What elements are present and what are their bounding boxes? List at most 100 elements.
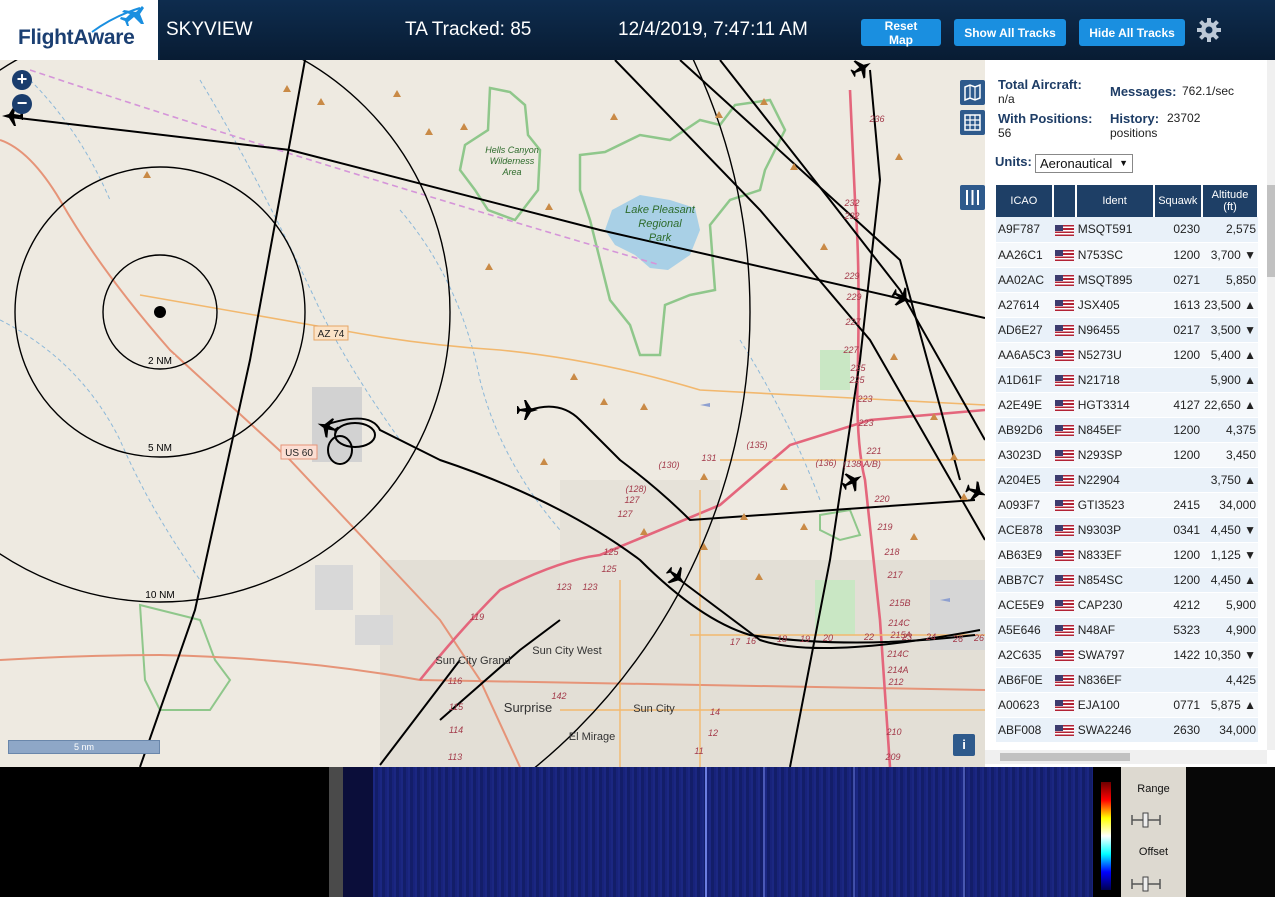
map-info-button[interactable]: i: [953, 734, 975, 756]
altitude-cell: 22,650 ▲: [1202, 392, 1258, 418]
svg-text:123: 123: [556, 582, 571, 592]
aircraft-row[interactable]: A00623 EJA100 0771 5,875 ▲: [996, 692, 1258, 718]
ident-cell: MSQT895: [1075, 267, 1154, 293]
svg-text:113: 113: [448, 752, 462, 762]
svg-text:217: 217: [886, 570, 903, 580]
units-select[interactable]: Aeronautical ▼: [1035, 154, 1133, 173]
flag-cell: [1052, 217, 1076, 243]
range-slider[interactable]: [1131, 811, 1161, 829]
aircraft-row[interactable]: AB63E9 N833EF 1200 1,125 ▼: [996, 542, 1258, 568]
zoom-in-button[interactable]: +: [12, 70, 32, 90]
flag-cell: [1052, 617, 1076, 643]
svg-text:125: 125: [603, 547, 619, 557]
altitude-cell: 3,450: [1202, 442, 1258, 468]
flag-cell: [1052, 667, 1076, 693]
aircraft-row[interactable]: ABF008 SWA2246 2630 34,000: [996, 717, 1258, 743]
squawk-cell: 1200: [1153, 567, 1203, 593]
us-flag-icon: [1054, 299, 1074, 311]
aircraft-row[interactable]: A093F7 GTI3523 2415 34,000: [996, 492, 1258, 518]
icao-cell: A3023D: [996, 442, 1053, 468]
sidebar-scroll-thumb[interactable]: [1267, 185, 1275, 277]
aircraft-row[interactable]: A2C635 SWA797 1422 10,350 ▼: [996, 642, 1258, 668]
aircraft-row[interactable]: AA6A5C3 N5273U 1200 5,400 ▲: [996, 342, 1258, 368]
show-all-tracks-button[interactable]: Show All Tracks: [954, 19, 1066, 46]
svg-text:229: 229: [845, 292, 861, 302]
aircraft-row[interactable]: A204E5 N22904 3,750 ▲: [996, 467, 1258, 493]
ring-5nm-label: 5 NM: [148, 443, 172, 454]
ident-cell: N854SC: [1075, 567, 1154, 593]
svg-text:236: 236: [868, 114, 884, 124]
svg-text:115: 115: [449, 702, 464, 712]
map-layer-button[interactable]: [960, 80, 985, 105]
squawk-cell: 1200: [1153, 417, 1203, 443]
ring-10nm-label: 10 NM: [145, 590, 174, 601]
svg-text:214A: 214A: [886, 665, 908, 675]
svg-text:227: 227: [844, 317, 861, 327]
svg-text:227: 227: [842, 345, 859, 355]
aircraft-row[interactable]: A27614 JSX405 1613 23,500 ▲: [996, 292, 1258, 318]
map-grid-button[interactable]: [960, 110, 985, 135]
offset-slider[interactable]: [1131, 875, 1161, 893]
svg-text:26: 26: [973, 633, 984, 643]
waterfall-display: [343, 767, 1093, 897]
hide-all-tracks-button[interactable]: Hide All Tracks: [1079, 19, 1185, 46]
waterfall-controls: Range Offset: [1121, 767, 1186, 897]
svg-text:(138 A/B): (138 A/B): [843, 459, 881, 469]
lake-label-1: Lake Pleasant: [625, 204, 696, 216]
altitude-cell: 4,425: [1202, 667, 1258, 693]
squawk-cell: 1200: [1153, 342, 1203, 368]
ident-cell: SWA797: [1075, 642, 1154, 668]
us-flag-icon: [1054, 424, 1074, 436]
column-header-altitude[interactable]: Altitude (ft): [1202, 185, 1259, 217]
clock: 12/4/2019, 7:47:11 AM: [618, 19, 808, 40]
ring-2nm-label: 2 NM: [148, 356, 172, 367]
aircraft-row[interactable]: A2E49E HGT3314 4127 22,650 ▲: [996, 392, 1258, 418]
aircraft-row[interactable]: A5E646 N48AF 5323 4,900: [996, 617, 1258, 643]
aircraft-row[interactable]: ACE5E9 CAP230 4212 5,900: [996, 592, 1258, 618]
wilderness-label-3: Area: [501, 167, 521, 177]
aircraft-row[interactable]: AB92D6 N845EF 1200 4,375: [996, 417, 1258, 443]
column-header-squawk[interactable]: Squawk: [1153, 185, 1204, 217]
svg-text:142: 142: [551, 691, 566, 701]
map-view[interactable]: Hells Canyon Wilderness Area Lake Pleasa…: [0, 60, 985, 767]
aircraft-row[interactable]: A3023D N293SP 1200 3,450: [996, 442, 1258, 468]
us-flag-icon: [1054, 724, 1074, 736]
column-header-ident[interactable]: Ident: [1075, 185, 1155, 217]
app-header: FlightAware SKYVIEW TA Tracked: 85 12/4/…: [0, 0, 1275, 60]
aircraft-row[interactable]: ACE878 N9303P 0341 4,450 ▼: [996, 517, 1258, 543]
ident-cell: N48AF: [1075, 617, 1154, 643]
aircraft-row[interactable]: AA26C1 N753SC 1200 3,700 ▼: [996, 242, 1258, 268]
flightaware-logo[interactable]: FlightAware: [0, 0, 160, 60]
svg-text:24: 24: [925, 632, 936, 642]
icao-cell: ABF008: [996, 717, 1053, 743]
aircraft-row[interactable]: AD6E27 N96455 0217 3,500 ▼: [996, 317, 1258, 343]
svg-text:229: 229: [843, 271, 859, 281]
aircraft-row[interactable]: AB6F0E N836EF 4,425: [996, 667, 1258, 693]
settings-gear-icon[interactable]: [1195, 16, 1223, 44]
sidebar-vertical-scrollbar[interactable]: [1267, 60, 1275, 750]
squawk-cell: 5323: [1153, 617, 1203, 643]
squawk-cell: 1200: [1153, 242, 1203, 268]
aircraft-row[interactable]: ABB7C7 N854SC 1200 4,450 ▲: [996, 567, 1258, 593]
airspace-boundary: [29, 69, 661, 266]
svg-text:(128): (128): [625, 484, 646, 494]
zoom-out-button[interactable]: −: [12, 94, 32, 114]
reset-map-button[interactable]: Reset Map: [861, 19, 941, 47]
column-header-flag[interactable]: [1052, 185, 1077, 217]
columns-toggle-button[interactable]: [960, 185, 985, 210]
squawk-cell: 4212: [1153, 592, 1203, 618]
squawk-cell: 1422: [1153, 642, 1203, 668]
svg-text:17: 17: [730, 637, 741, 647]
svg-text:(135): (135): [746, 440, 767, 450]
squawk-cell: [1153, 367, 1203, 393]
svg-text:20: 20: [822, 633, 833, 643]
sidebar-hscroll-thumb[interactable]: [1000, 753, 1130, 761]
aircraft-row[interactable]: A9F787 MSQT591 0230 2,575: [996, 217, 1258, 243]
aircraft-row[interactable]: AA02AC MSQT895 0271 5,850: [996, 267, 1258, 293]
map-layers-icon: [964, 83, 981, 102]
lake-label-3: Park: [649, 232, 672, 244]
svg-text:214C: 214C: [886, 649, 909, 659]
aircraft-row[interactable]: A1D61F N21718 5,900 ▲: [996, 367, 1258, 393]
column-header-icao[interactable]: ICAO: [996, 185, 1054, 217]
panel-divider[interactable]: [329, 767, 343, 897]
